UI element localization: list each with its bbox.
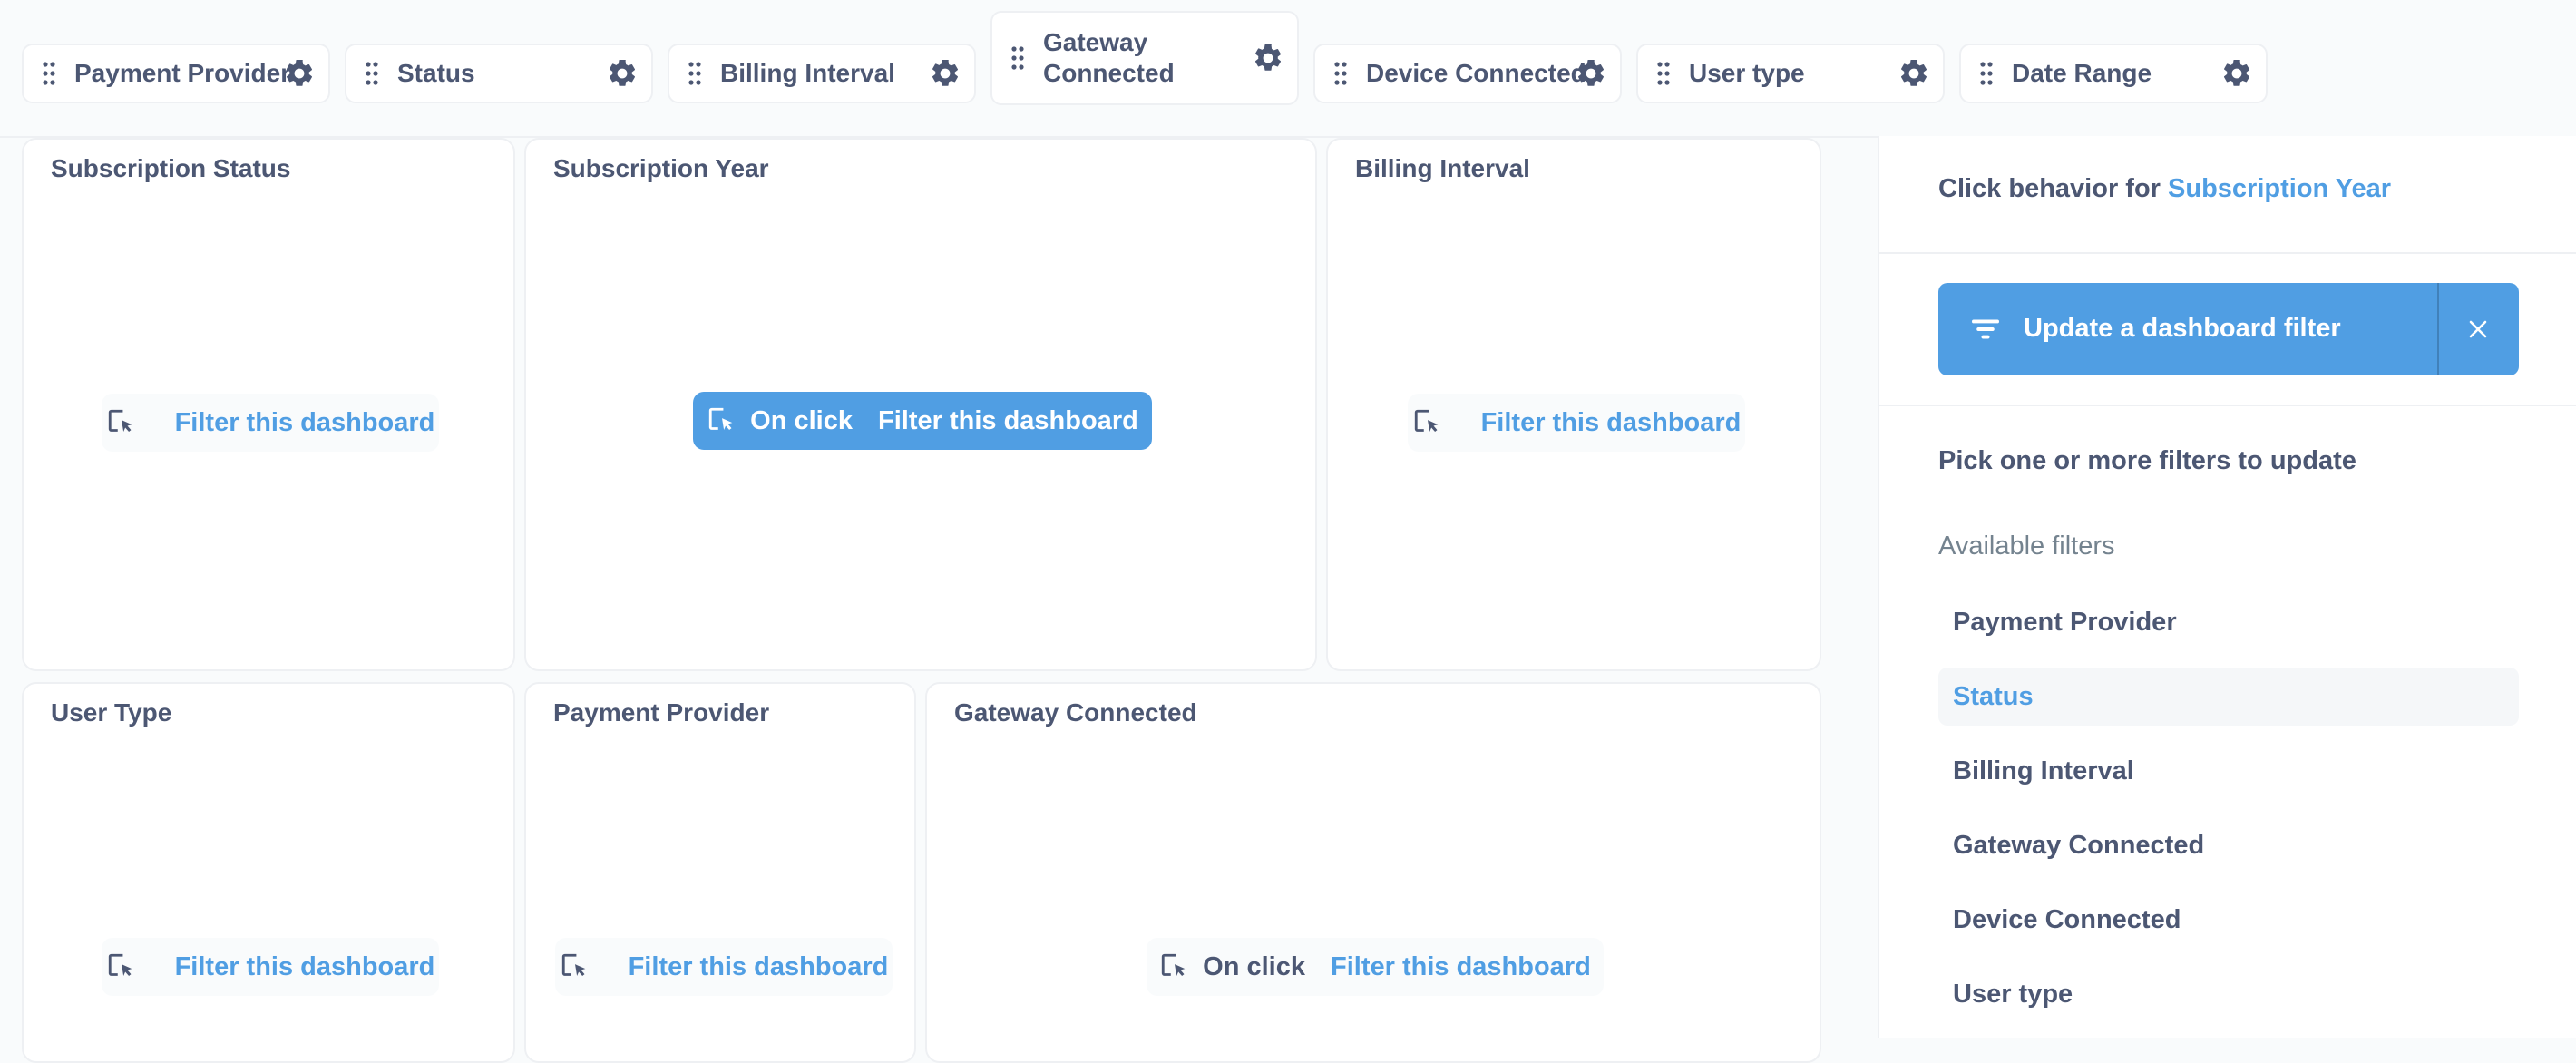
available-filters-label: Available filters [1938, 532, 2115, 561]
pill-label: Filter this dashboard [1480, 407, 1742, 437]
filter-bar: Payment Provider Status Billing Interval… [0, 0, 2576, 138]
click-cursor-icon [709, 407, 733, 431]
gear-icon[interactable] [606, 57, 639, 90]
filter-label: Payment Provider [74, 59, 291, 87]
sidebar-header-prefix: Click behavior for [1938, 174, 2161, 203]
filter-lines-icon [1972, 319, 1999, 339]
gear-icon[interactable] [1252, 42, 1284, 74]
pill-label: Filter this dashboard [878, 405, 1138, 435]
filter-chip-device-connected[interactable]: Device Connected [1313, 44, 1622, 103]
drag-handle-icon[interactable] [688, 61, 702, 86]
drag-handle-icon[interactable] [1010, 45, 1025, 71]
card-title: User Type [51, 698, 172, 727]
pick-filters-heading: Pick one or more filters to update [1938, 446, 2356, 475]
filter-chip-status[interactable]: Status [345, 44, 653, 103]
click-behavior-pill[interactable]: Filter this dashboard [102, 394, 439, 452]
update-filter-label: Update a dashboard filter [2024, 314, 2341, 343]
divider [1879, 405, 2576, 406]
card-title: Payment Provider [553, 698, 770, 727]
available-filter-user-type[interactable]: User type [1938, 965, 2519, 1023]
close-icon [2469, 320, 2487, 338]
gear-icon[interactable] [929, 57, 961, 90]
available-filter-billing-interval[interactable]: Billing Interval [1938, 742, 2519, 800]
card-title: Subscription Status [51, 154, 291, 182]
drag-handle-icon[interactable] [42, 61, 56, 86]
card-payment-provider[interactable]: Payment Provider Filter this dashboard [524, 682, 916, 1063]
pill-on-label: On click [750, 405, 853, 435]
card-billing-interval[interactable]: Billing Interval Filter this dashboard [1326, 138, 1821, 671]
card-subscription-year[interactable]: Subscription Year On click Filter this d… [524, 138, 1317, 671]
filter-label: User type [1689, 59, 1805, 87]
filter-label: Date Range [2012, 59, 2152, 87]
card-user-type[interactable]: User Type Filter this dashboard [22, 682, 515, 1063]
gear-icon[interactable] [283, 57, 316, 90]
filter-chip-billing-interval[interactable]: Billing Interval [668, 44, 976, 103]
click-cursor-icon [1414, 409, 1438, 433]
sidebar-header-link[interactable]: Subscription Year [2168, 174, 2391, 203]
card-gateway-connected[interactable]: Gateway Connected On click Filter this d… [925, 682, 1821, 1063]
card-subscription-status[interactable]: Subscription Status Filter this dashboar… [22, 138, 515, 671]
click-cursor-icon [1162, 953, 1186, 977]
click-cursor-icon [108, 409, 132, 433]
gear-icon[interactable] [2220, 57, 2253, 90]
available-filter-status[interactable]: Status [1938, 668, 2519, 726]
drag-handle-icon[interactable] [1656, 61, 1671, 86]
click-behavior-pill[interactable]: Filter this dashboard [102, 938, 439, 996]
pill-label: Filter this dashboard [1331, 951, 1591, 981]
click-cursor-icon [561, 953, 585, 977]
click-behavior-pill[interactable]: On click Filter this dashboard [1147, 938, 1604, 996]
filter-chip-payment-provider[interactable]: Payment Provider [22, 44, 330, 103]
gear-icon[interactable] [1898, 57, 1930, 90]
drag-handle-icon[interactable] [1979, 61, 1994, 86]
close-button[interactable] [2437, 283, 2519, 375]
pill-label: Filter this dashboard [174, 407, 435, 437]
drag-handle-icon[interactable] [365, 61, 379, 86]
click-behavior-pill[interactable]: On click Filter this dashboard [693, 392, 1152, 450]
available-filter-device-connected[interactable]: Device Connected [1938, 891, 2519, 949]
click-behavior-pill[interactable]: Filter this dashboard [555, 938, 893, 996]
click-behavior-sidebar: Click behavior for Subscription Year Upd… [1878, 136, 2576, 1038]
filter-chip-date-range[interactable]: Date Range [1959, 44, 2268, 103]
pill-label: Filter this dashboard [174, 951, 435, 981]
divider [1879, 252, 2576, 254]
filter-label: Status [397, 59, 475, 87]
click-behavior-pill[interactable]: Filter this dashboard [1408, 394, 1745, 452]
filter-label: Device Connected [1366, 59, 1586, 87]
card-title: Gateway Connected [954, 698, 1197, 727]
pill-on-label: On click [1203, 951, 1305, 981]
drag-handle-icon[interactable] [1333, 61, 1348, 86]
click-cursor-icon [108, 953, 132, 977]
available-filter-payment-provider[interactable]: Payment Provider [1938, 593, 2519, 651]
filter-label: Billing Interval [720, 59, 895, 87]
pill-label: Filter this dashboard [628, 951, 889, 981]
filter-chip-user-type[interactable]: User type [1636, 44, 1945, 103]
sidebar-header: Click behavior for Subscription Year [1938, 174, 2391, 204]
filter-label: Gateway Connected [1043, 28, 1175, 87]
card-title: Subscription Year [553, 154, 769, 182]
card-title: Billing Interval [1355, 154, 1530, 182]
filter-chip-gateway-connected[interactable]: Gateway Connected [990, 11, 1299, 105]
available-filter-gateway-connected[interactable]: Gateway Connected [1938, 816, 2519, 874]
gear-icon[interactable] [1575, 57, 1607, 90]
update-dashboard-filter-button[interactable]: Update a dashboard filter [1938, 283, 2519, 375]
